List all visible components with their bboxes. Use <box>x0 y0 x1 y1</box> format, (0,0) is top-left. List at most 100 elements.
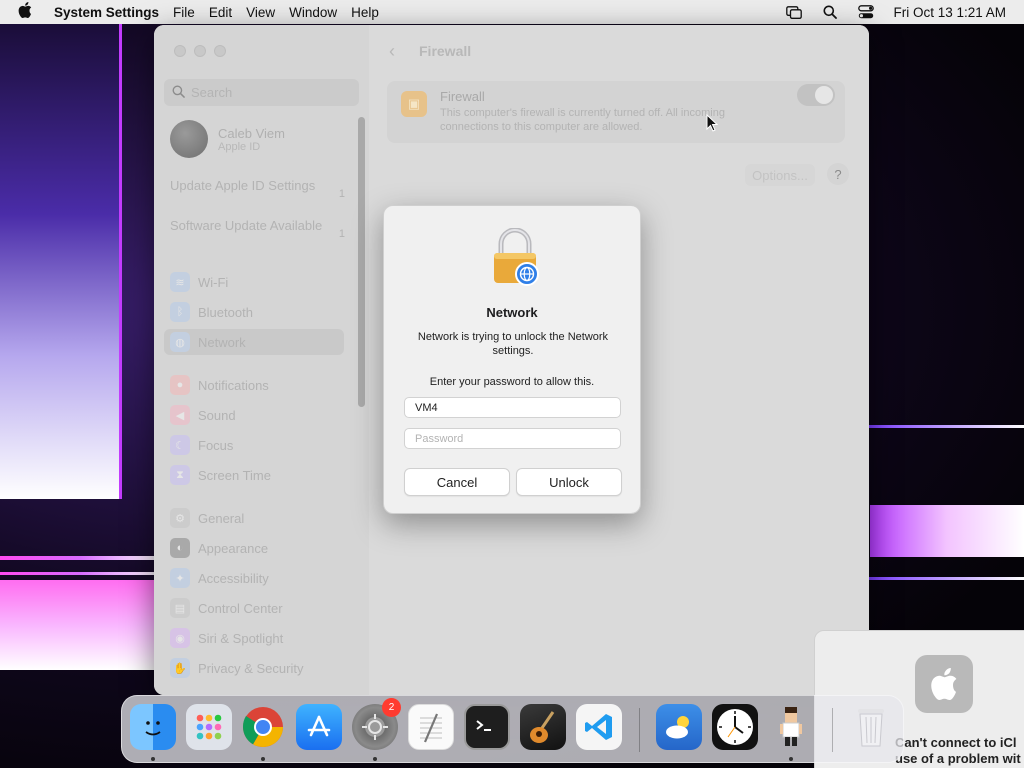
options-button[interactable]: Options... <box>745 164 815 186</box>
sidebar-item-notifications[interactable]: ● Notifications <box>164 372 344 398</box>
sidebar-item-privacy-security[interactable]: ✋ Privacy & Security <box>164 655 344 681</box>
sidebar-item-accessibility[interactable]: ✦ Accessibility <box>164 565 344 591</box>
weather-icon[interactable] <box>656 704 702 750</box>
search-field[interactable]: Search <box>164 79 359 106</box>
speaker-icon: ◀ <box>170 405 190 425</box>
sidebar: Search Caleb Viem Apple ID Update Apple … <box>154 25 369 695</box>
terminal-icon[interactable] <box>464 704 510 750</box>
app-menu[interactable]: System Settings <box>54 5 159 20</box>
running-indicator <box>151 757 155 761</box>
page-title: Firewall <box>419 43 472 59</box>
wallpaper-stripe <box>0 572 160 575</box>
sidebar-item-siri-spotlight[interactable]: ◉ Siri & Spotlight <box>164 625 344 651</box>
notification-line: use of a problem wit <box>895 751 1021 766</box>
menu-view[interactable]: View <box>246 5 275 20</box>
unlock-button[interactable]: Unlock <box>516 468 622 496</box>
menu-edit[interactable]: Edit <box>209 5 232 20</box>
window-controls <box>174 45 226 57</box>
menu-file[interactable]: File <box>173 5 195 20</box>
menu-help[interactable]: Help <box>351 5 379 20</box>
firewall-title: Firewall <box>440 89 485 104</box>
lock-globe-icon <box>494 228 539 286</box>
character-icon[interactable] <box>768 704 814 750</box>
sidebar-item-focus[interactable]: ☾ Focus <box>164 432 344 458</box>
bell-icon: ● <box>170 375 190 395</box>
wallpaper-panel <box>0 24 122 499</box>
notice-software-update[interactable]: Software Update Available 1 <box>170 218 345 240</box>
firewall-toggle[interactable] <box>797 84 835 106</box>
password-field[interactable] <box>404 428 621 449</box>
account-name: Caleb Viem <box>218 125 285 141</box>
dock: 2 <box>121 695 904 763</box>
search-placeholder: Search <box>191 85 233 100</box>
trash-icon[interactable] <box>848 704 894 750</box>
notice-update-apple-id[interactable]: Update Apple ID Settings 1 <box>170 178 345 200</box>
notification-text: Can't connect to iCl use of a problem wi… <box>895 735 1024 767</box>
vscode-icon[interactable] <box>576 704 622 750</box>
menu-bar: System Settings File Edit View Window He… <box>0 0 1024 24</box>
close-button[interactable] <box>174 45 186 57</box>
sidebar-item-label: Screen Time <box>198 467 271 483</box>
spotlight-search-icon[interactable] <box>821 5 839 19</box>
hourglass-icon: ⧗ <box>170 465 190 485</box>
sidebar-item-label: Control Center <box>198 600 283 616</box>
launchpad-icon[interactable] <box>186 704 232 750</box>
sidebar-item-wifi[interactable]: ≋ Wi-Fi <box>164 269 344 295</box>
mouse-cursor-icon <box>706 114 718 132</box>
sidebar-item-label: Siri & Spotlight <box>198 630 284 646</box>
sidebar-item-label: General <box>198 510 245 526</box>
sidebar-item-label: Bluetooth <box>198 304 253 320</box>
firewall-icon: ▣ <box>401 91 427 117</box>
sidebar-item-label: Privacy & Security <box>198 660 304 676</box>
sidebar-item-label: Network <box>198 334 246 350</box>
zoom-button[interactable] <box>214 45 226 57</box>
clock-icon[interactable] <box>712 704 758 750</box>
gear-icon: ⚙ <box>170 508 190 528</box>
notice-badge: 1 <box>338 228 345 240</box>
accessibility-icon: ✦ <box>170 568 190 588</box>
wallpaper-stripe <box>0 556 160 560</box>
username-field[interactable] <box>404 397 621 418</box>
sidebar-item-bluetooth[interactable]: ᛒ Bluetooth <box>164 299 344 325</box>
chrome-icon[interactable] <box>240 704 286 750</box>
app-store-icon[interactable] <box>296 704 342 750</box>
sidebar-item-control-center[interactable]: ▤ Control Center <box>164 595 344 621</box>
finder-icon[interactable] <box>130 704 176 750</box>
notification-line: Can't connect to iCl <box>895 735 1017 750</box>
help-button[interactable]: ? <box>827 163 849 185</box>
sidebar-item-network[interactable]: ◍ Network <box>164 329 344 355</box>
control-center-icon[interactable] <box>857 5 875 19</box>
wallpaper-stripe <box>868 425 1024 428</box>
sidebar-item-general[interactable]: ⚙ General <box>164 505 344 531</box>
search-icon <box>172 85 185 101</box>
notice-badge: 1 <box>338 188 345 200</box>
apple-logo-icon <box>915 655 973 713</box>
sidebar-scrollbar[interactable] <box>358 117 365 407</box>
sidebar-item-label: Wi-Fi <box>198 274 229 290</box>
sidebar-item-sound[interactable]: ◀ Sound <box>164 402 344 428</box>
sidebar-item-appearance[interactable]: ◐ Appearance <box>164 535 344 561</box>
minimize-button[interactable] <box>194 45 206 57</box>
notice-label: Update Apple ID Settings <box>170 178 316 193</box>
account-subtitle: Apple ID <box>218 140 261 153</box>
apple-id-account[interactable]: Caleb Viem Apple ID <box>170 120 285 158</box>
menu-clock[interactable]: Fri Oct 13 1:21 AM <box>893 5 1006 20</box>
textedit-icon[interactable] <box>408 704 454 750</box>
apple-menu-icon[interactable] <box>18 1 40 23</box>
settings-icon[interactable]: 2 <box>352 698 401 750</box>
screen-mirroring-icon[interactable] <box>785 5 803 19</box>
sidebar-item-label: Accessibility <box>198 570 269 586</box>
dialog-message: Network is trying to unlock the Network … <box>417 331 609 357</box>
auth-dialog: Network Network is trying to unlock the … <box>383 205 641 514</box>
dock-separator <box>639 708 640 752</box>
guitar-icon[interactable] <box>520 704 566 750</box>
menu-window[interactable]: Window <box>289 5 337 20</box>
dock-separator <box>832 708 833 752</box>
firewall-card: ▣ Firewall This computer's firewall is c… <box>387 81 845 143</box>
cancel-button[interactable]: Cancel <box>404 468 510 496</box>
sidebar-item-screen-time[interactable]: ⧗ Screen Time <box>164 462 344 488</box>
back-chevron-icon[interactable]: ‹ <box>389 41 395 62</box>
running-indicator <box>789 757 793 761</box>
notice-label: Software Update Available <box>170 218 323 233</box>
moon-icon: ☾ <box>170 435 190 455</box>
